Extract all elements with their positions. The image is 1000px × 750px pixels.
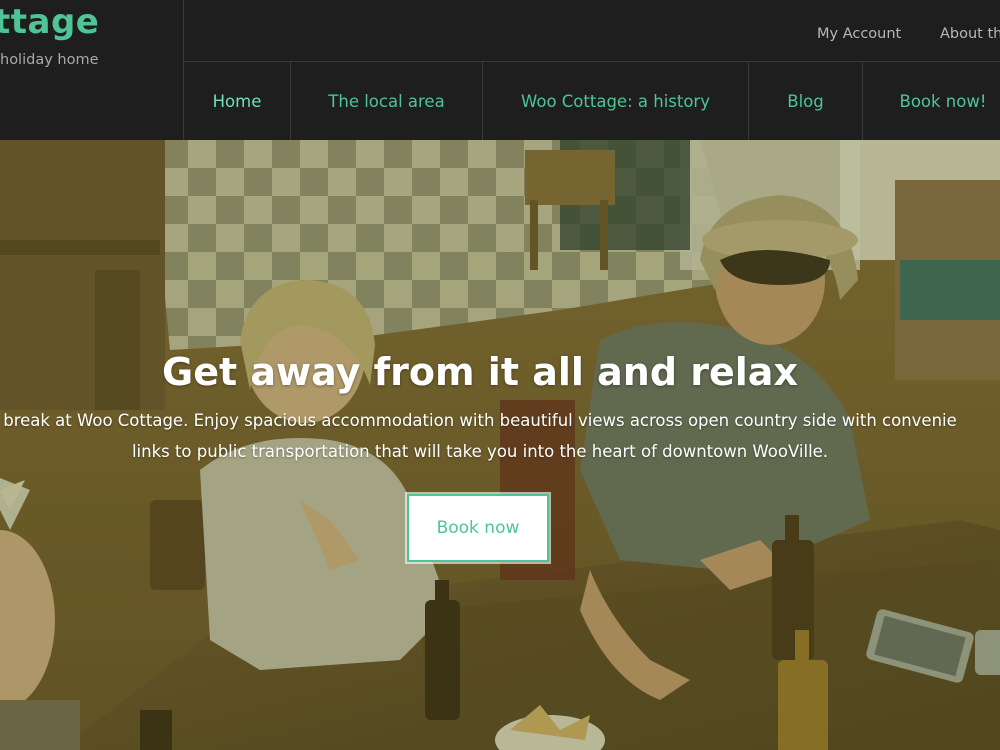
my-account-link[interactable]: My Account: [817, 26, 901, 42]
nav-item-home[interactable]: Home: [184, 62, 291, 140]
about-link[interactable]: About th: [940, 26, 1000, 42]
hero-description: break at Woo Cottage. Enjoy spacious acc…: [0, 405, 1000, 467]
hero-section: Get away from it all and relax break at …: [0, 140, 1000, 750]
site-title[interactable]: ttage: [0, 2, 99, 42]
page: ttage holiday home My Account About th H…: [0, 0, 1000, 750]
nav-item-blog[interactable]: Blog: [749, 62, 863, 140]
nav-item-local-area[interactable]: The local area: [291, 62, 483, 140]
site-header: ttage holiday home My Account About th H…: [0, 0, 1000, 140]
site-brand[interactable]: ttage holiday home: [0, 0, 184, 140]
primary-nav: Home The local area Woo Cottage: a histo…: [184, 62, 1000, 140]
secondary-nav: My Account About th: [184, 0, 1000, 62]
hero-description-line-1: break at Woo Cottage. Enjoy spacious acc…: [3, 411, 957, 430]
nav-item-history[interactable]: Woo Cottage: a history: [483, 62, 749, 140]
nav-item-book-now[interactable]: Book now!: [863, 62, 1000, 140]
book-now-button[interactable]: Book now: [407, 494, 549, 562]
hero-heading: Get away from it all and relax: [162, 350, 798, 395]
hero-description-line-2: links to public transportation that will…: [131, 442, 829, 461]
site-tagline: holiday home: [0, 52, 99, 68]
